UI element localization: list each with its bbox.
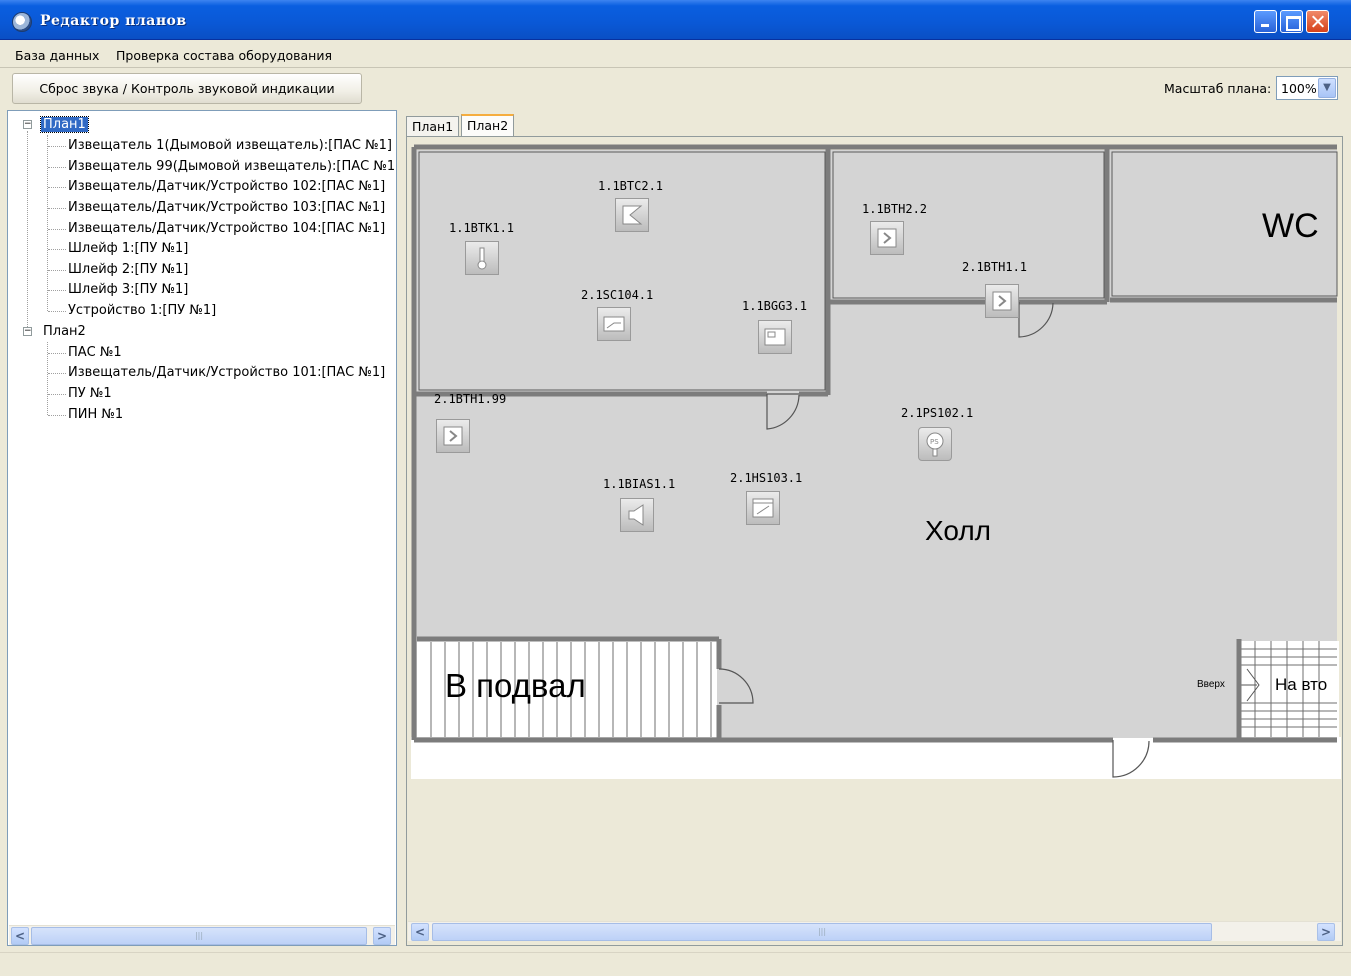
device-label: 1.1BIAS1.1 (603, 477, 676, 491)
close-button[interactable] (1306, 10, 1329, 33)
device-label: 2.1PS102.1 (901, 406, 974, 420)
hatch-sensor-icon[interactable] (746, 491, 780, 525)
tree-item[interactable]: Извещатель/Датчик/Устройство 102:[ПАС №1… (68, 179, 385, 195)
room-label-wc: WC (1262, 207, 1319, 245)
panel-icon[interactable] (758, 320, 792, 354)
tree-item[interactable]: Шлейф 1:[ПУ №1] (68, 241, 188, 257)
pressure-switch-icon[interactable]: PS (918, 427, 952, 461)
svg-text:PS: PS (930, 438, 939, 446)
scroll-left-icon[interactable]: < (411, 923, 429, 941)
tree-item[interactable]: Извещатель 1(Дымовой извещатель):[ПАС №1… (68, 138, 392, 154)
tree-item[interactable]: Извещатель 99(Дымовой извещатель):[ПАС №… (68, 159, 396, 175)
scroll-left-icon[interactable]: < (11, 927, 29, 945)
tree-item[interactable]: Устройство 1:[ПУ №1] (68, 303, 216, 319)
device-label: 1.1BTC2.1 (598, 179, 664, 193)
device-label: 2.1SC104.1 (581, 288, 654, 302)
object-tree[interactable]: − План1 Извещатель 1(Дымовой извещатель)… (7, 110, 397, 946)
tree-node-plan1[interactable]: План1 (40, 116, 89, 133)
tree-item[interactable]: Шлейф 3:[ПУ №1] (68, 282, 188, 298)
tree-item[interactable]: ПАС №1 (68, 345, 122, 361)
tree-item[interactable]: ПУ №1 (68, 386, 112, 402)
tree-item[interactable]: Извещатель/Датчик/Устройство 103:[ПАС №1… (68, 200, 385, 216)
scale-label: Масштаб плана: (1164, 81, 1272, 96)
plan1-collapse-icon[interactable]: − (23, 120, 32, 129)
title-bar: Редактор планов (0, 0, 1351, 40)
app-logo-icon (12, 12, 32, 32)
window-title: Редактор планов (40, 13, 187, 29)
tree-item[interactable]: Извещатель/Датчик/Устройство 104:[ПАС №1… (68, 221, 385, 237)
tree-node-plan2[interactable]: План2 (43, 324, 86, 340)
device-label: 1.1BTK1.1 (449, 221, 515, 235)
scale-select[interactable]: 100% ▼ (1276, 76, 1338, 100)
device-label: 2.1HS103.1 (730, 471, 803, 485)
tree-item[interactable]: Извещатель/Датчик/Устройство 101:[ПАС №1… (68, 365, 385, 381)
plan2-collapse-icon[interactable]: − (23, 327, 32, 336)
device-label: 2.1BTH1.1 (962, 260, 1028, 274)
room-label-hall: Холл (925, 515, 991, 546)
heat-detector-icon[interactable] (436, 419, 470, 453)
room-label-basement: В подвал (445, 667, 586, 704)
floor-plan-drawing (411, 144, 1341, 779)
sound-reset-button[interactable]: Сброс звука / Контроль звуковой индикаци… (12, 73, 362, 104)
sensor-chart-icon[interactable] (597, 307, 631, 341)
tree-node-plan1-label: План1 (40, 116, 89, 133)
device-label: 1.1BTH2.2 (862, 202, 928, 216)
scale-value: 100% (1281, 81, 1317, 96)
scroll-right-icon[interactable]: > (1317, 923, 1335, 941)
heat-detector-icon[interactable] (870, 221, 904, 255)
tree-item[interactable]: Шлейф 2:[ПУ №1] (68, 262, 188, 278)
thermometer-icon[interactable] (465, 241, 499, 275)
minimize-button[interactable] (1254, 10, 1277, 33)
menu-database[interactable]: База данных (15, 48, 99, 63)
status-bar (0, 952, 1351, 976)
smoke-detector-icon[interactable] (615, 198, 649, 232)
scroll-right-icon[interactable]: > (373, 927, 391, 945)
plan-horizontal-scrollbar[interactable]: < ||| > (408, 921, 1341, 941)
tree-horizontal-scrollbar[interactable]: < ||| > (9, 925, 395, 945)
scroll-thumb[interactable]: ||| (432, 923, 1212, 941)
menu-bar: База данных Проверка состава оборудовани… (0, 42, 1351, 68)
stairs-up-hint: Вверх (1197, 679, 1225, 690)
tree-item[interactable]: ПИН №1 (68, 407, 123, 423)
device-label: 1.1BGG3.1 (742, 299, 808, 313)
siren-icon[interactable] (620, 498, 654, 532)
tab-plan1[interactable]: План1 (406, 116, 460, 138)
menu-equipment-check[interactable]: Проверка состава оборудования (116, 48, 332, 63)
scroll-thumb[interactable]: ||| (31, 927, 367, 945)
room-label-upstairs: На вто (1275, 675, 1328, 694)
chevron-down-icon[interactable]: ▼ (1318, 78, 1336, 98)
tab-plan2[interactable]: План2 (461, 114, 515, 138)
plan-canvas[interactable]: WC Холл В подвал На вто Вверх 1.1BTC2.1 … (406, 136, 1343, 946)
device-label: 2.1BTH1.99 (434, 392, 507, 406)
heat-detector-icon[interactable] (985, 284, 1019, 318)
maximize-button[interactable] (1280, 10, 1303, 33)
